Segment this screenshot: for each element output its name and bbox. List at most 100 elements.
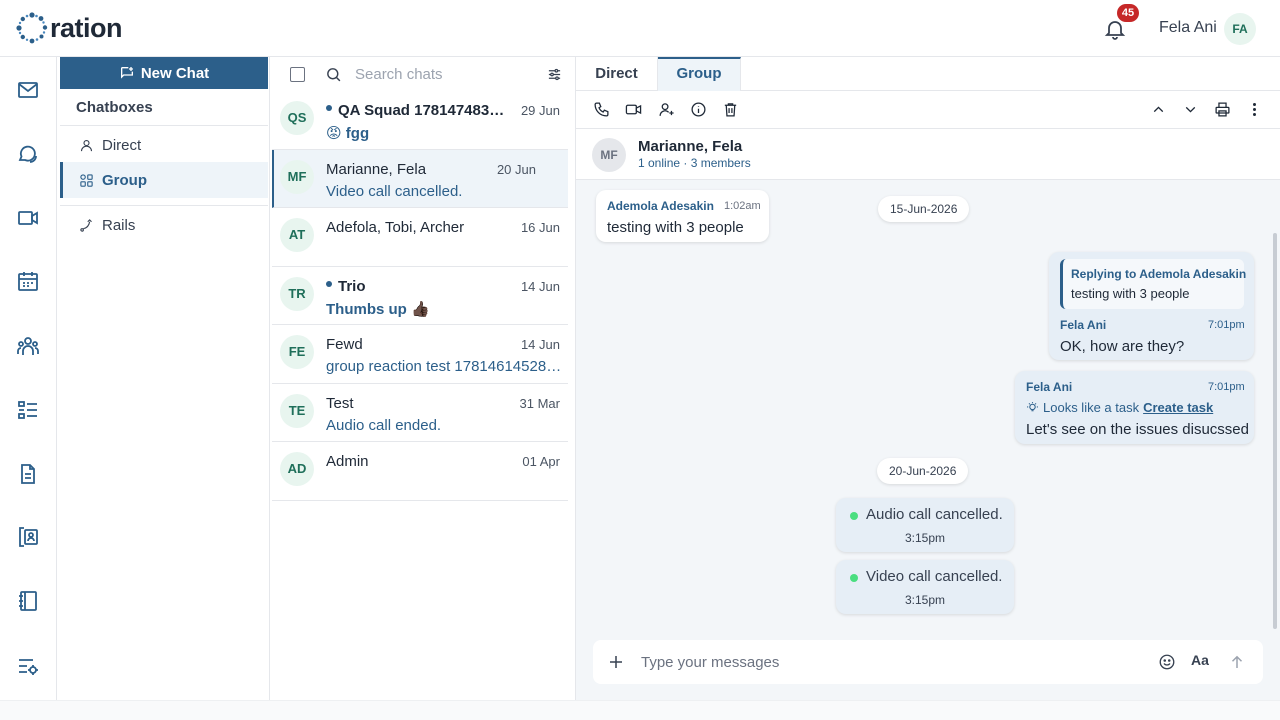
- conversation-subtitle: 1 online · 3 members: [638, 156, 751, 170]
- conversation-panel: Direct Group MF Marianne, Fela 1 online …: [576, 57, 1280, 700]
- scrollbar[interactable]: [1273, 233, 1277, 629]
- logo-text: ration: [50, 12, 123, 43]
- phone-icon[interactable]: [593, 101, 610, 118]
- message-area: Ademola Adesakin 1:02am testing with 3 p…: [576, 180, 1280, 640]
- chat-name: Fewd: [326, 336, 363, 353]
- task-hint: Looks like a task: [1043, 400, 1140, 415]
- send-arrow-icon[interactable]: [1228, 653, 1246, 671]
- logo[interactable]: ration: [16, 12, 123, 44]
- create-task-link[interactable]: Create task: [1143, 400, 1213, 415]
- new-chat-button[interactable]: New Chat: [60, 57, 268, 89]
- select-all-checkbox[interactable]: [290, 67, 305, 82]
- conversation-toolbar: [576, 91, 1280, 129]
- chat-item-trio[interactable]: TR Trio 14 Jun Thumbs up 👍🏿: [272, 267, 568, 325]
- call-time: 3:15pm: [904, 531, 946, 545]
- mail-icon[interactable]: [16, 78, 40, 102]
- more-vertical-icon[interactable]: [1246, 101, 1263, 118]
- chatboxes-title: Chatboxes: [76, 99, 153, 116]
- tab-group[interactable]: Group: [658, 57, 741, 91]
- chat-date: 20 Jun: [496, 161, 536, 177]
- chat-item-marianne-fela[interactable]: MF Marianne, Fela 20 Jun Video call canc…: [272, 149, 568, 208]
- emoji-icon[interactable]: [1158, 653, 1176, 671]
- chatbox-item-direct[interactable]: Direct: [60, 127, 268, 163]
- chat-item-test[interactable]: TE Test 31 Mar Audio call ended.: [272, 384, 568, 442]
- chevron-down-icon[interactable]: [1182, 101, 1199, 118]
- chat-item-fewd[interactable]: FE Fewd 14 Jun group reaction test 17814…: [272, 325, 568, 384]
- notebook-icon[interactable]: [16, 589, 40, 613]
- calendar-icon[interactable]: [16, 269, 40, 293]
- message-text: testing with 3 people: [607, 219, 744, 236]
- people-icon[interactable]: [16, 334, 40, 358]
- call-notice[interactable]: Video call cancelled. 3:15pm: [836, 560, 1014, 614]
- search-icon: [327, 68, 341, 82]
- call-notice[interactable]: Audio call cancelled. 3:15pm: [836, 498, 1014, 552]
- status-dot: [850, 512, 858, 520]
- group-icon: [80, 173, 93, 187]
- logo-mark-icon: [16, 12, 48, 44]
- chat-date: 14 Jun: [520, 278, 560, 294]
- chat-item-adefola-tobi-archer[interactable]: AT Adefola, Tobi, Archer 16 Jun: [272, 208, 568, 267]
- user-icon: [80, 139, 93, 151]
- trash-icon[interactable]: [722, 101, 739, 118]
- chatbox-item-label: Rails: [102, 216, 136, 234]
- message-time: 7:01pm: [1208, 319, 1245, 331]
- filter-icon[interactable]: [547, 67, 562, 82]
- document-icon[interactable]: [16, 462, 40, 486]
- avatar: QS: [280, 101, 314, 135]
- add-member-icon[interactable]: [658, 101, 675, 118]
- tab-direct[interactable]: Direct: [576, 57, 658, 91]
- new-chat-label: New Chat: [140, 64, 210, 82]
- plus-icon[interactable]: [607, 653, 625, 671]
- chat-preview: Audio call ended.: [326, 416, 442, 434]
- message-time: 1:02am: [724, 200, 761, 212]
- chat-name: Test: [326, 394, 354, 412]
- chat-date: 16 Jun: [520, 220, 560, 235]
- info-icon[interactable]: [690, 101, 707, 118]
- status-dot: [850, 574, 858, 582]
- message-sender: Ademola Adesakin: [607, 199, 714, 213]
- message-bubble[interactable]: Ademola Adesakin 1:02am testing with 3 p…: [596, 190, 769, 242]
- chat-date: 01 Apr: [522, 454, 560, 469]
- tasks-list-icon[interactable]: [16, 398, 40, 422]
- user-name[interactable]: Fela Ani: [1159, 19, 1217, 37]
- chevron-up-icon[interactable]: [1150, 101, 1167, 118]
- unread-dot: [326, 280, 332, 287]
- chat-item-qa-squad[interactable]: QS QA Squad 1781474834... 29 Jun 😡 fgg: [272, 91, 568, 150]
- message-sender: Fela Ani: [1060, 318, 1107, 332]
- user-avatar[interactable]: FA: [1224, 13, 1256, 45]
- chatbox-item-group[interactable]: Group: [60, 162, 268, 198]
- message-bubble[interactable]: Fela Ani 7:01pm Looks like a task Create…: [1015, 371, 1254, 444]
- message-bubble[interactable]: Replying to Ademola Adesakin testing wit…: [1049, 252, 1254, 360]
- divider: [60, 125, 268, 126]
- notifications-badge: 45: [1117, 4, 1139, 22]
- task-suggestion: Looks like a task Create task: [1026, 400, 1213, 415]
- video-icon[interactable]: [16, 206, 40, 230]
- reply-quote[interactable]: Replying to Ademola Adesakin testing wit…: [1060, 259, 1246, 309]
- reply-text: testing with 3 people: [1071, 286, 1190, 301]
- chat-name: Adefola, Tobi, Archer: [326, 219, 465, 236]
- message-text: Let's see on the issues disucssed: [1026, 421, 1249, 438]
- chatbox-item-rails[interactable]: Rails: [60, 207, 268, 243]
- message-sender: Fela Ani: [1026, 380, 1073, 394]
- search-input[interactable]: [355, 64, 535, 84]
- chat-icon[interactable]: [16, 142, 40, 166]
- settings-list-icon[interactable]: [16, 654, 40, 678]
- contact-card-icon[interactable]: [16, 525, 40, 549]
- conversation-title: Marianne, Fela: [638, 138, 743, 155]
- chat-item-admin[interactable]: AD Admin 01 Apr: [272, 442, 568, 501]
- print-icon[interactable]: [1214, 101, 1231, 118]
- bottom-strip: [0, 700, 1280, 720]
- conversation-header: MF Marianne, Fela 1 online · 3 members: [576, 129, 1280, 180]
- chatboxes-panel: New Chat Chatboxes Direct Group Rails: [57, 57, 270, 700]
- video-call-icon[interactable]: [625, 101, 642, 118]
- divider: [60, 205, 268, 206]
- format-text-button[interactable]: Aa: [1191, 652, 1209, 668]
- avatar: TR: [280, 276, 314, 311]
- chatbox-item-label: Group: [102, 171, 147, 189]
- message-input[interactable]: [641, 652, 1141, 672]
- chat-date: 14 Jun: [520, 337, 560, 352]
- date-separator: 20-Jun-2026: [877, 458, 969, 484]
- chat-name-text: Trio: [338, 277, 366, 295]
- chat-preview: 😡 fgg: [326, 125, 370, 142]
- chat-list-panel: QS QA Squad 1781474834... 29 Jun 😡 fgg M…: [270, 57, 576, 700]
